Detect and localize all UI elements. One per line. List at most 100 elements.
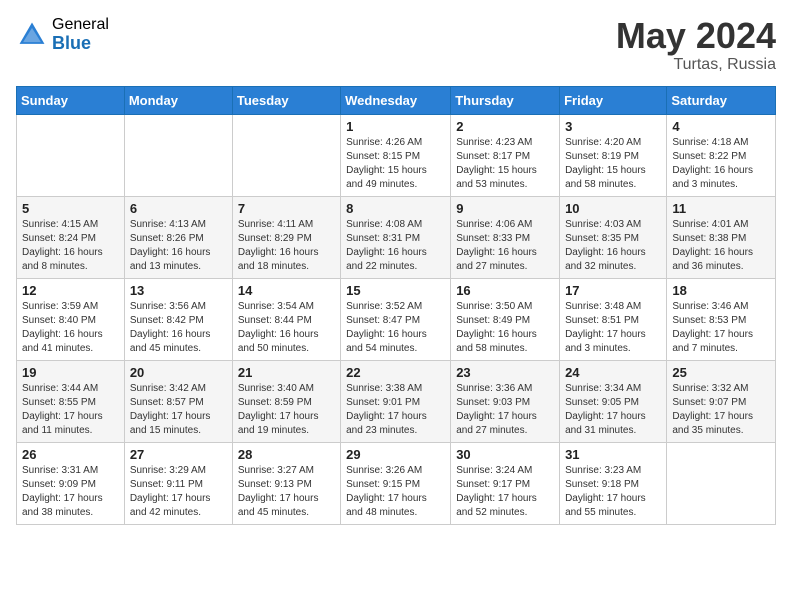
day-info: Sunrise: 4:03 AM Sunset: 8:35 PM Dayligh… — [565, 218, 661, 274]
day-number: 6 — [130, 201, 227, 216]
day-info: Sunrise: 3:29 AM Sunset: 9:11 PM Dayligh… — [130, 464, 227, 520]
day-info: Sunrise: 3:44 AM Sunset: 8:55 PM Dayligh… — [22, 382, 119, 438]
day-info: Sunrise: 4:20 AM Sunset: 8:19 PM Dayligh… — [565, 136, 661, 192]
calendar-cell: 8 Sunrise: 4:08 AM Sunset: 8:31 PM Daylig… — [341, 196, 451, 278]
day-info: Sunrise: 4:23 AM Sunset: 8:17 PM Dayligh… — [456, 136, 554, 192]
day-info: Sunrise: 4:06 AM Sunset: 8:33 PM Dayligh… — [456, 218, 554, 274]
day-number: 1 — [346, 119, 445, 134]
logo-blue: Blue — [52, 34, 109, 54]
day-number: 18 — [672, 283, 770, 298]
day-number: 14 — [238, 283, 335, 298]
month-year: May 2024 — [616, 16, 776, 56]
day-number: 4 — [672, 119, 770, 134]
day-info: Sunrise: 4:26 AM Sunset: 8:15 PM Dayligh… — [346, 136, 445, 192]
calendar-cell: 16 Sunrise: 3:50 AM Sunset: 8:49 PM Dayli… — [451, 278, 560, 360]
calendar-week-row: 1 Sunrise: 4:26 AM Sunset: 8:15 PM Daylig… — [17, 114, 776, 196]
calendar-cell: 20Sunrise: 3:42 AM Sunset: 8:57 PM Dayli… — [124, 360, 232, 442]
day-number: 10 — [565, 201, 661, 216]
day-info: Sunrise: 3:27 AM Sunset: 9:13 PM Dayligh… — [238, 464, 335, 520]
day-info: Sunrise: 3:36 AM Sunset: 9:03 PM Dayligh… — [456, 382, 554, 438]
day-number: 24 — [565, 365, 661, 380]
day-info: Sunrise: 3:31 AM Sunset: 9:09 PM Dayligh… — [22, 464, 119, 520]
calendar-cell: 28 Sunrise: 3:27 AM Sunset: 9:13 PM Dayli… — [232, 442, 340, 524]
calendar-cell: 7Sunrise: 4:11 AM Sunset: 8:29 PM Daylig… — [232, 196, 340, 278]
day-info: Sunrise: 3:24 AM Sunset: 9:17 PM Dayligh… — [456, 464, 554, 520]
day-number: 12 — [22, 283, 119, 298]
weekday-header: Friday — [560, 86, 667, 114]
calendar-cell: 31 Sunrise: 3:23 AM Sunset: 9:18 PM Dayli… — [560, 442, 667, 524]
day-info: Sunrise: 3:48 AM Sunset: 8:51 PM Dayligh… — [565, 300, 661, 356]
calendar-cell: 13 Sunrise: 3:56 AM Sunset: 8:42 PM Dayli… — [124, 278, 232, 360]
logo-general: General — [52, 16, 109, 34]
title-block: May 2024 Turtas, Russia — [616, 16, 776, 74]
logo: General Blue — [16, 16, 109, 53]
day-info: Sunrise: 3:46 AM Sunset: 8:53 PM Dayligh… — [672, 300, 770, 356]
day-info: Sunrise: 4:13 AM Sunset: 8:26 PM Dayligh… — [130, 218, 227, 274]
weekday-header: Tuesday — [232, 86, 340, 114]
calendar-week-row: 5Sunrise: 4:15 AM Sunset: 8:24 PM Daylig… — [17, 196, 776, 278]
calendar-cell: 21 Sunrise: 3:40 AM Sunset: 8:59 PM Dayli… — [232, 360, 340, 442]
day-info: Sunrise: 4:15 AM Sunset: 8:24 PM Dayligh… — [22, 218, 119, 274]
calendar-week-row: 19 Sunrise: 3:44 AM Sunset: 8:55 PM Dayli… — [17, 360, 776, 442]
calendar-cell — [124, 114, 232, 196]
day-number: 11 — [672, 201, 770, 216]
day-number: 29 — [346, 447, 445, 462]
day-number: 22 — [346, 365, 445, 380]
calendar-cell: 25 Sunrise: 3:32 AM Sunset: 9:07 PM Dayli… — [667, 360, 776, 442]
day-info: Sunrise: 3:56 AM Sunset: 8:42 PM Dayligh… — [130, 300, 227, 356]
calendar-cell: 18 Sunrise: 3:46 AM Sunset: 8:53 PM Dayli… — [667, 278, 776, 360]
day-number: 31 — [565, 447, 661, 462]
day-number: 9 — [456, 201, 554, 216]
calendar-cell — [232, 114, 340, 196]
day-number: 25 — [672, 365, 770, 380]
calendar-cell: 29 Sunrise: 3:26 AM Sunset: 9:15 PM Dayli… — [341, 442, 451, 524]
day-number: 27 — [130, 447, 227, 462]
calendar-cell: 26Sunrise: 3:31 AM Sunset: 9:09 PM Dayli… — [17, 442, 125, 524]
day-number: 28 — [238, 447, 335, 462]
calendar-cell: 19 Sunrise: 3:44 AM Sunset: 8:55 PM Dayli… — [17, 360, 125, 442]
day-info: Sunrise: 4:18 AM Sunset: 8:22 PM Dayligh… — [672, 136, 770, 192]
calendar-cell — [17, 114, 125, 196]
calendar-cell: 9 Sunrise: 4:06 AM Sunset: 8:33 PM Daylig… — [451, 196, 560, 278]
day-info: Sunrise: 3:32 AM Sunset: 9:07 PM Dayligh… — [672, 382, 770, 438]
day-info: Sunrise: 3:59 AM Sunset: 8:40 PM Dayligh… — [22, 300, 119, 356]
day-info: Sunrise: 3:23 AM Sunset: 9:18 PM Dayligh… — [565, 464, 661, 520]
page-header: General Blue May 2024 Turtas, Russia — [16, 16, 776, 74]
day-info: Sunrise: 3:34 AM Sunset: 9:05 PM Dayligh… — [565, 382, 661, 438]
calendar-cell: 24 Sunrise: 3:34 AM Sunset: 9:05 PM Dayli… — [560, 360, 667, 442]
day-number: 3 — [565, 119, 661, 134]
calendar-cell: 27 Sunrise: 3:29 AM Sunset: 9:11 PM Dayli… — [124, 442, 232, 524]
day-number: 21 — [238, 365, 335, 380]
location: Turtas, Russia — [616, 56, 776, 74]
day-number: 2 — [456, 119, 554, 134]
day-info: Sunrise: 3:26 AM Sunset: 9:15 PM Dayligh… — [346, 464, 445, 520]
day-number: 17 — [565, 283, 661, 298]
logo-text: General Blue — [52, 16, 109, 53]
day-number: 8 — [346, 201, 445, 216]
calendar-cell: 3 Sunrise: 4:20 AM Sunset: 8:19 PM Daylig… — [560, 114, 667, 196]
weekday-header: Monday — [124, 86, 232, 114]
calendar-cell: 6 Sunrise: 4:13 AM Sunset: 8:26 PM Daylig… — [124, 196, 232, 278]
weekday-header: Wednesday — [341, 86, 451, 114]
day-number: 13 — [130, 283, 227, 298]
logo-icon — [16, 19, 48, 51]
calendar-week-row: 12 Sunrise: 3:59 AM Sunset: 8:40 PM Dayli… — [17, 278, 776, 360]
day-info: Sunrise: 3:50 AM Sunset: 8:49 PM Dayligh… — [456, 300, 554, 356]
day-info: Sunrise: 4:11 AM Sunset: 8:29 PM Dayligh… — [238, 218, 335, 274]
calendar-week-row: 26Sunrise: 3:31 AM Sunset: 9:09 PM Dayli… — [17, 442, 776, 524]
day-number: 23 — [456, 365, 554, 380]
weekday-header-row: SundayMondayTuesdayWednesdayThursdayFrid… — [17, 86, 776, 114]
calendar-cell: 12 Sunrise: 3:59 AM Sunset: 8:40 PM Dayli… — [17, 278, 125, 360]
calendar-cell: 22 Sunrise: 3:38 AM Sunset: 9:01 PM Dayli… — [341, 360, 451, 442]
calendar-cell: 5Sunrise: 4:15 AM Sunset: 8:24 PM Daylig… — [17, 196, 125, 278]
day-info: Sunrise: 3:40 AM Sunset: 8:59 PM Dayligh… — [238, 382, 335, 438]
day-number: 19 — [22, 365, 119, 380]
day-info: Sunrise: 3:42 AM Sunset: 8:57 PM Dayligh… — [130, 382, 227, 438]
calendar-cell: 4 Sunrise: 4:18 AM Sunset: 8:22 PM Daylig… — [667, 114, 776, 196]
day-info: Sunrise: 3:38 AM Sunset: 9:01 PM Dayligh… — [346, 382, 445, 438]
day-number: 30 — [456, 447, 554, 462]
calendar-cell — [667, 442, 776, 524]
day-number: 16 — [456, 283, 554, 298]
day-info: Sunrise: 4:08 AM Sunset: 8:31 PM Dayligh… — [346, 218, 445, 274]
day-info: Sunrise: 4:01 AM Sunset: 8:38 PM Dayligh… — [672, 218, 770, 274]
